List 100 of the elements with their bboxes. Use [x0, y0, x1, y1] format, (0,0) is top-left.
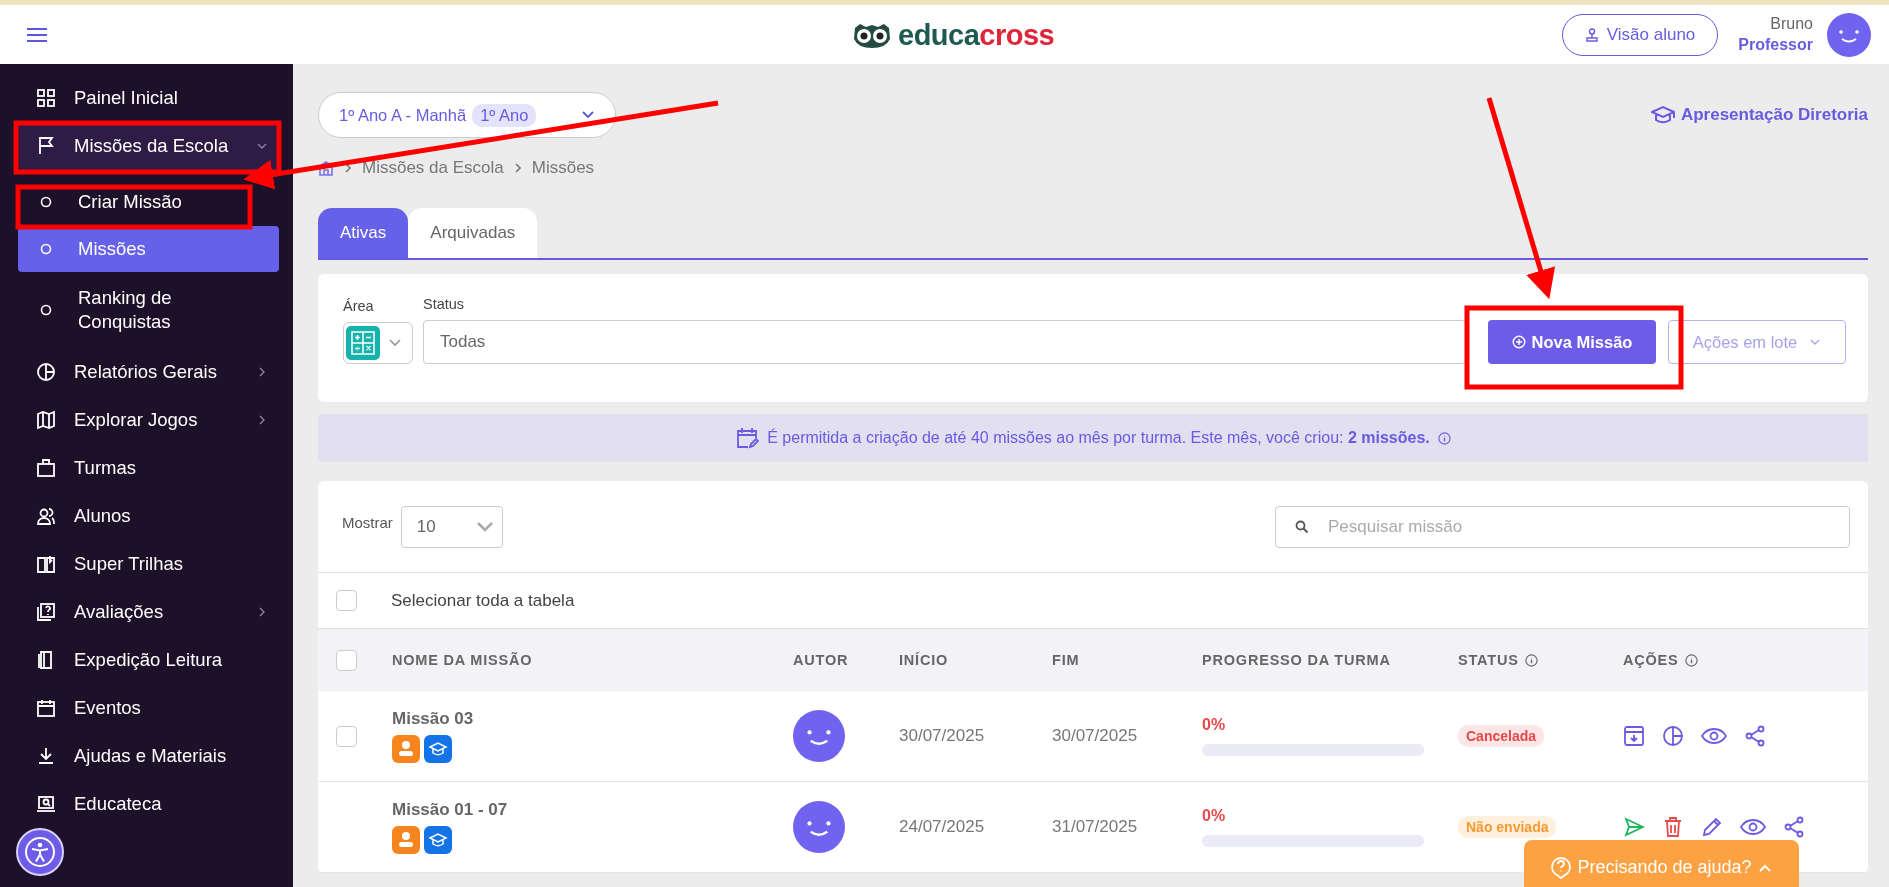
column-header: AÇÕES [1623, 652, 1868, 668]
page-size-select[interactable]: 10 [400, 505, 503, 548]
presentation-link[interactable]: Apresentação Diretoria [1650, 105, 1868, 125]
sidebar-item[interactable]: Educateca [18, 780, 279, 828]
question-icon [1551, 856, 1572, 879]
sidebar-item[interactable]: Alunos [18, 492, 279, 540]
chevron-icon [388, 338, 402, 348]
progress-percent: 0% [1202, 807, 1227, 825]
joystick-icon [1584, 27, 1599, 42]
breadcrumb-item: Missões [531, 158, 595, 178]
sidebar-item[interactable]: Ajudas e Materiais [18, 732, 279, 780]
accessibility-icon [24, 836, 56, 868]
calendar-edit-icon [735, 426, 760, 450]
area-label: Área [343, 298, 375, 314]
archive-icon[interactable] [1623, 725, 1645, 747]
menu-item-icon [36, 458, 56, 478]
start-date: 30/07/2025 [899, 726, 986, 746]
column-header: FIM [1052, 652, 1081, 668]
graduation-cap-icon [1650, 105, 1675, 125]
checkbox[interactable] [336, 590, 357, 611]
checkbox[interactable] [336, 725, 357, 747]
mission-name[interactable]: Missão 03 [392, 709, 793, 729]
status-badge: Não enviada [1458, 816, 1557, 838]
graduation-cap-icon [424, 735, 452, 763]
column-header: NOME DA MISSÃO [392, 652, 534, 668]
sidebar-item[interactable]: Super Trilhas [18, 540, 279, 588]
avatar-icon [793, 710, 845, 762]
avatar-icon [793, 801, 845, 853]
student-view-button[interactable]: Visão aluno [1561, 13, 1719, 56]
chevron-icon [1809, 338, 1822, 346]
eye-icon[interactable] [1740, 818, 1766, 836]
sidebar-item[interactable]: Explorar Jogos [18, 396, 279, 444]
checkbox[interactable] [336, 649, 357, 671]
search-icon [1295, 519, 1309, 534]
column-header: STATUS [1458, 652, 1623, 668]
tab[interactable]: Arquivadas [408, 208, 538, 258]
trash-icon[interactable] [1662, 816, 1684, 838]
menu-item-icon [36, 698, 56, 718]
user-name: Bruno [1770, 15, 1813, 33]
select-all-label: Selecionar toda a tabela [391, 590, 575, 611]
sidebar-item[interactable]: Expedição Leitura [18, 636, 279, 684]
menu-item-icon [36, 794, 56, 814]
sidebar-item[interactable]: Missões [18, 226, 279, 272]
class-selector[interactable]: 1º Ano A - Manhã 1º Ano [318, 92, 616, 138]
tab[interactable]: Ativas [318, 208, 409, 258]
chevron-up-icon [1757, 862, 1772, 873]
math-icon [346, 326, 380, 360]
progress-percent: 0% [1202, 716, 1227, 734]
column-header: INÍCIO [899, 652, 950, 668]
area-select[interactable] [343, 322, 413, 364]
share-icon[interactable] [1744, 725, 1766, 747]
sidebar-item[interactable]: Criar Missão [18, 178, 279, 226]
person-tag-icon [392, 735, 420, 763]
status-badge: Cancelada [1458, 725, 1545, 747]
chevron-right-icon [344, 162, 352, 174]
sidebar-item[interactable]: Avaliações [18, 588, 279, 636]
end-date: 30/07/2025 [1052, 726, 1139, 746]
menu-item-icon [36, 746, 56, 766]
column-header: PROGRESSO DA TURMA [1202, 652, 1392, 668]
home-icon[interactable] [318, 160, 334, 176]
search-field[interactable]: Pesquisar missão [1275, 505, 1850, 548]
notice-text: É permitida a criação de até 40 missões ao mês por turma. Este mês, você criou: 2 missões. [767, 429, 1430, 447]
info-icon[interactable] [1684, 653, 1698, 667]
grade-badge: 1º Ano [472, 103, 537, 127]
class-name: 1º Ano A - Manhã [339, 105, 467, 125]
accessibility-button[interactable] [16, 828, 64, 876]
status-label: Status [423, 296, 466, 312]
menu-item-icon [36, 410, 56, 430]
circle-icon [40, 304, 52, 316]
logo-text: educacross [898, 19, 1055, 52]
menu-item-icon [36, 136, 56, 156]
avatar-icon[interactable] [1827, 12, 1871, 57]
menu-item-icon [36, 554, 56, 574]
info-icon[interactable] [1524, 653, 1538, 667]
chevron-right-icon [513, 162, 522, 174]
new-mission-button[interactable]: Nova Missão [1488, 320, 1656, 364]
column-header: AUTOR [793, 652, 850, 668]
sidebar-item[interactable]: Eventos [18, 684, 279, 732]
send-icon[interactable] [1623, 816, 1645, 838]
owl-icon [852, 22, 892, 49]
info-icon[interactable] [1437, 431, 1451, 445]
chevron-icon [581, 110, 595, 120]
mission-name[interactable]: Missão 01 - 07 [392, 800, 793, 820]
breadcrumb-item[interactable]: Missões da Escola [362, 158, 504, 178]
menu-icon[interactable] [26, 26, 48, 43]
user-role: Professor [1738, 36, 1813, 54]
share-icon[interactable] [1783, 816, 1805, 838]
end-date: 31/07/2025 [1052, 817, 1139, 837]
sidebar-item[interactable]: Relatórios Gerais [18, 348, 279, 396]
circle-icon [40, 243, 52, 255]
eye-icon[interactable] [1701, 727, 1727, 745]
menu-item-icon [36, 602, 56, 622]
sidebar-item[interactable]: Ranking de Conquistas [18, 272, 279, 348]
graduation-cap-icon [424, 826, 452, 854]
pie-chart-icon[interactable] [1662, 725, 1684, 747]
person-tag-icon [392, 826, 420, 854]
menu-item-icon [36, 88, 56, 108]
pencil-icon[interactable] [1701, 816, 1723, 838]
sidebar-item[interactable]: Painel Inicial [18, 74, 279, 122]
sidebar-item[interactable]: Turmas [18, 444, 279, 492]
